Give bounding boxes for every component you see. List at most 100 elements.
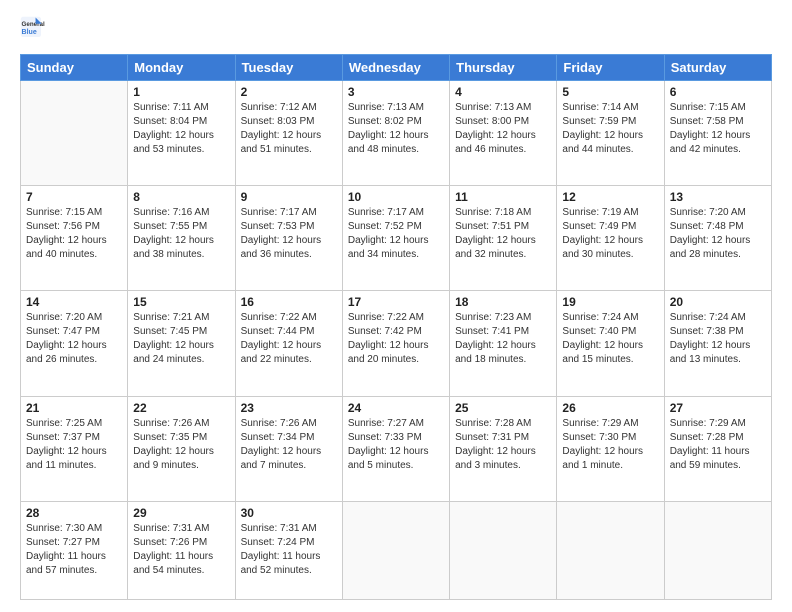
day-number: 22 <box>133 401 229 415</box>
cell-content: Sunrise: 7:11 AMSunset: 8:04 PMDaylight:… <box>133 101 229 157</box>
weekday-header-wednesday: Wednesday <box>342 55 449 81</box>
cell-content: Sunrise: 7:15 AMSunset: 7:56 PMDaylight:… <box>26 206 122 262</box>
week-row-5: 28Sunrise: 7:30 AMSunset: 7:27 PMDayligh… <box>21 501 772 599</box>
calendar-cell: 2Sunrise: 7:12 AMSunset: 8:03 PMDaylight… <box>235 81 342 186</box>
calendar-cell: 23 Sunrise: 7:26 AMSunset: 7:34 PMDayligh… <box>235 396 342 501</box>
calendar-cell: 11 Sunrise: 7:18 AMSunset: 7:51 PMDayligh… <box>450 186 557 291</box>
calendar: SundayMondayTuesdayWednesdayThursdayFrid… <box>20 54 772 600</box>
calendar-cell: 1 Sunrise: 7:11 AMSunset: 8:04 PMDaylight… <box>128 81 235 186</box>
svg-text:Blue: Blue <box>22 29 37 36</box>
cell-content: Sunrise: 7:23 AMSunset: 7:41 PMDaylight:… <box>455 311 551 367</box>
day-number: 19 <box>562 295 658 309</box>
day-number: 20 <box>670 295 766 309</box>
calendar-cell <box>557 501 664 599</box>
logo-icon: GeneralBlue <box>20 16 48 44</box>
weekday-header-tuesday: Tuesday <box>235 55 342 81</box>
header: GeneralBlue <box>20 16 772 44</box>
calendar-cell: 4 Sunrise: 7:13 AMSunset: 8:00 PMDaylight… <box>450 81 557 186</box>
calendar-cell <box>21 81 128 186</box>
week-row-1: 1 Sunrise: 7:11 AMSunset: 8:04 PMDaylight… <box>21 81 772 186</box>
cell-content: Sunrise: 7:17 AMSunset: 7:53 PMDaylight:… <box>241 206 337 262</box>
cell-content: Sunrise: 7:30 AMSunset: 7:27 PMDaylight:… <box>26 522 122 578</box>
calendar-cell: 29Sunrise: 7:31 AMSunset: 7:26 PMDayligh… <box>128 501 235 599</box>
day-number: 10 <box>348 190 444 204</box>
calendar-cell: 9 Sunrise: 7:17 AMSunset: 7:53 PMDaylight… <box>235 186 342 291</box>
weekday-header-thursday: Thursday <box>450 55 557 81</box>
day-number: 12 <box>562 190 658 204</box>
calendar-cell: 5 Sunrise: 7:14 AMSunset: 7:59 PMDaylight… <box>557 81 664 186</box>
calendar-cell: 8 Sunrise: 7:16 AMSunset: 7:55 PMDaylight… <box>128 186 235 291</box>
day-number: 7 <box>26 190 122 204</box>
cell-content: Sunrise: 7:22 AMSunset: 7:44 PMDaylight:… <box>241 311 337 367</box>
cell-content: Sunrise: 7:29 AMSunset: 7:28 PMDaylight:… <box>670 417 766 473</box>
cell-content: Sunrise: 7:20 AMSunset: 7:48 PMDaylight:… <box>670 206 766 262</box>
logo: GeneralBlue <box>20 16 48 44</box>
day-number: 2 <box>241 85 337 99</box>
weekday-header-saturday: Saturday <box>664 55 771 81</box>
calendar-cell: 12 Sunrise: 7:19 AMSunset: 7:49 PMDayligh… <box>557 186 664 291</box>
calendar-cell: 22 Sunrise: 7:26 AMSunset: 7:35 PMDayligh… <box>128 396 235 501</box>
calendar-cell: 7 Sunrise: 7:15 AMSunset: 7:56 PMDaylight… <box>21 186 128 291</box>
week-row-4: 21 Sunrise: 7:25 AMSunset: 7:37 PMDayligh… <box>21 396 772 501</box>
calendar-cell: 27 Sunrise: 7:29 AMSunset: 7:28 PMDayligh… <box>664 396 771 501</box>
calendar-cell: 3Sunrise: 7:13 AMSunset: 8:02 PMDaylight… <box>342 81 449 186</box>
day-number: 17 <box>348 295 444 309</box>
calendar-cell: 16 Sunrise: 7:22 AMSunset: 7:44 PMDayligh… <box>235 291 342 396</box>
svg-text:General: General <box>22 21 45 28</box>
cell-content: Sunrise: 7:31 AMSunset: 7:24 PMDaylight:… <box>241 522 337 578</box>
day-number: 27 <box>670 401 766 415</box>
day-number: 6 <box>670 85 766 99</box>
calendar-cell: 10 Sunrise: 7:17 AMSunset: 7:52 PMDayligh… <box>342 186 449 291</box>
calendar-cell: 20 Sunrise: 7:24 AMSunset: 7:38 PMDayligh… <box>664 291 771 396</box>
day-number: 26 <box>562 401 658 415</box>
calendar-cell <box>664 501 771 599</box>
day-number: 18 <box>455 295 551 309</box>
calendar-cell: 30 Sunrise: 7:31 AMSunset: 7:24 PMDayligh… <box>235 501 342 599</box>
day-number: 8 <box>133 190 229 204</box>
day-number: 25 <box>455 401 551 415</box>
calendar-cell: 21 Sunrise: 7:25 AMSunset: 7:37 PMDayligh… <box>21 396 128 501</box>
cell-content: Sunrise: 7:14 AMSunset: 7:59 PMDaylight:… <box>562 101 658 157</box>
day-number: 24 <box>348 401 444 415</box>
day-number: 5 <box>562 85 658 99</box>
day-number: 23 <box>241 401 337 415</box>
day-number: 21 <box>26 401 122 415</box>
day-number: 30 <box>241 506 337 520</box>
cell-content: Sunrise: 7:18 AMSunset: 7:51 PMDaylight:… <box>455 206 551 262</box>
calendar-cell: 17Sunrise: 7:22 AMSunset: 7:42 PMDayligh… <box>342 291 449 396</box>
calendar-cell: 14 Sunrise: 7:20 AMSunset: 7:47 PMDayligh… <box>21 291 128 396</box>
day-number: 11 <box>455 190 551 204</box>
day-number: 14 <box>26 295 122 309</box>
cell-content: Sunrise: 7:31 AMSunset: 7:26 PMDaylight:… <box>133 522 229 578</box>
cell-content: Sunrise: 7:19 AMSunset: 7:49 PMDaylight:… <box>562 206 658 262</box>
calendar-cell: 13Sunrise: 7:20 AMSunset: 7:48 PMDayligh… <box>664 186 771 291</box>
calendar-cell: 26 Sunrise: 7:29 AMSunset: 7:30 PMDayligh… <box>557 396 664 501</box>
cell-content: Sunrise: 7:17 AMSunset: 7:52 PMDaylight:… <box>348 206 444 262</box>
cell-content: Sunrise: 7:24 AMSunset: 7:40 PMDaylight:… <box>562 311 658 367</box>
calendar-cell: 6Sunrise: 7:15 AMSunset: 7:58 PMDaylight… <box>664 81 771 186</box>
cell-content: Sunrise: 7:25 AMSunset: 7:37 PMDaylight:… <box>26 417 122 473</box>
weekday-header-monday: Monday <box>128 55 235 81</box>
day-number: 16 <box>241 295 337 309</box>
cell-content: Sunrise: 7:21 AMSunset: 7:45 PMDaylight:… <box>133 311 229 367</box>
calendar-cell <box>450 501 557 599</box>
weekday-header-sunday: Sunday <box>21 55 128 81</box>
cell-content: Sunrise: 7:28 AMSunset: 7:31 PMDaylight:… <box>455 417 551 473</box>
calendar-cell: 24 Sunrise: 7:27 AMSunset: 7:33 PMDayligh… <box>342 396 449 501</box>
cell-content: Sunrise: 7:26 AMSunset: 7:34 PMDaylight:… <box>241 417 337 473</box>
cell-content: Sunrise: 7:26 AMSunset: 7:35 PMDaylight:… <box>133 417 229 473</box>
cell-content: Sunrise: 7:24 AMSunset: 7:38 PMDaylight:… <box>670 311 766 367</box>
calendar-cell: 25 Sunrise: 7:28 AMSunset: 7:31 PMDayligh… <box>450 396 557 501</box>
weekday-header-friday: Friday <box>557 55 664 81</box>
day-number: 4 <box>455 85 551 99</box>
calendar-cell: 15Sunrise: 7:21 AMSunset: 7:45 PMDayligh… <box>128 291 235 396</box>
cell-content: Sunrise: 7:16 AMSunset: 7:55 PMDaylight:… <box>133 206 229 262</box>
cell-content: Sunrise: 7:29 AMSunset: 7:30 PMDaylight:… <box>562 417 658 473</box>
day-number: 1 <box>133 85 229 99</box>
calendar-cell: 18 Sunrise: 7:23 AMSunset: 7:41 PMDayligh… <box>450 291 557 396</box>
day-number: 9 <box>241 190 337 204</box>
cell-content: Sunrise: 7:13 AMSunset: 8:00 PMDaylight:… <box>455 101 551 157</box>
cell-content: Sunrise: 7:27 AMSunset: 7:33 PMDaylight:… <box>348 417 444 473</box>
cell-content: Sunrise: 7:20 AMSunset: 7:47 PMDaylight:… <box>26 311 122 367</box>
day-number: 3 <box>348 85 444 99</box>
